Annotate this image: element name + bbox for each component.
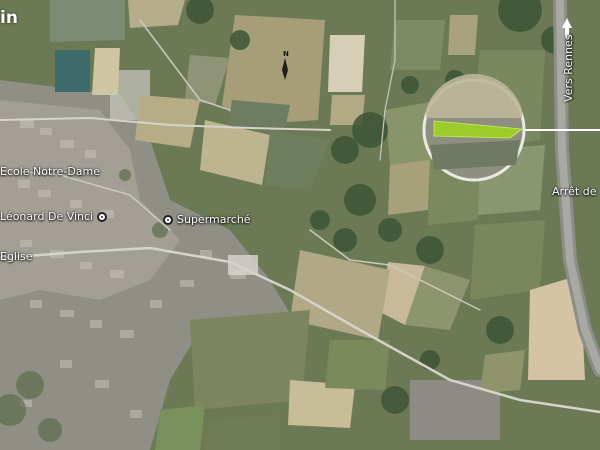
poi-supermarche-label: Supermarché: [177, 213, 251, 226]
label-arret: Arrêt de: [552, 185, 597, 198]
label-vers-rennes: Vers Rennes: [562, 34, 575, 102]
poi-supermarche[interactable]: Supermarché: [163, 213, 251, 226]
poi-leonard-de-vinci[interactable]: Léonard De Vinci: [0, 210, 108, 223]
label-ecole-notre-dame: Ecole Notre-Dame: [0, 165, 101, 178]
map-pin-icon: [97, 211, 108, 222]
map-pin-icon: [163, 214, 173, 225]
poi-leonard-label: Léonard De Vinci: [0, 210, 94, 223]
aerial-map[interactable]: [0, 0, 600, 450]
north-label: N: [283, 50, 289, 58]
map-title-fragment: in: [0, 8, 18, 28]
label-eglise: Eglise: [0, 250, 33, 263]
